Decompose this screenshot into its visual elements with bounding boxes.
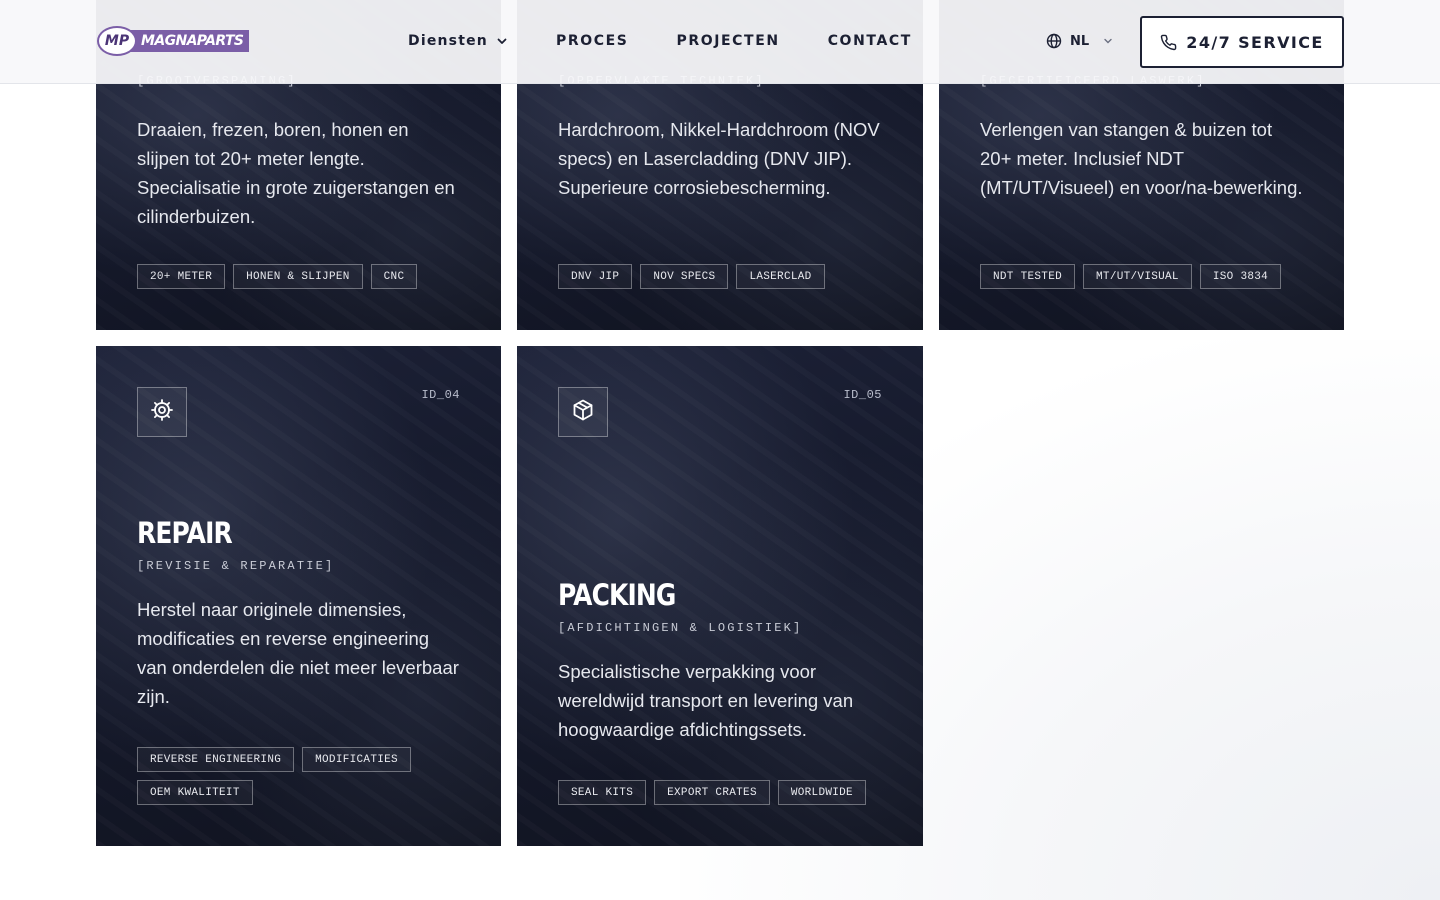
tag: MODIFICATIES (302, 747, 411, 772)
card-description: Draaien, frezen, boren, honen en slijpen… (137, 119, 455, 227)
language-selector[interactable]: NL (1046, 33, 1113, 49)
language-label: NL (1070, 33, 1090, 49)
logo-text: MAGNAPARTS (129, 30, 250, 52)
card-id: ID_05 (843, 388, 882, 402)
service-card-repair[interactable]: ID_04 REPAIR [REVISIE & REPARATIE] Herst… (96, 346, 501, 846)
card-subtitle: [AFDICHTINGEN & LOGISTIEK] (558, 621, 803, 635)
nav-item-projecten[interactable]: PROJECTEN (676, 33, 779, 49)
tag: LASERCLAD (736, 264, 825, 289)
tag: 20+ METER (137, 264, 226, 289)
tag: REVERSE ENGINEERING (137, 747, 295, 772)
chevron-down-icon (496, 35, 508, 47)
card-tags: NDT TESTED MT/UT/VISUAL ISO 3834 (980, 264, 1303, 289)
globe-icon (1046, 33, 1062, 49)
card-tags: 20+ METER HONEN & SLIJPEN CNC (137, 264, 460, 289)
tag: DNV JIP (558, 264, 633, 289)
site-header: MP MAGNAPARTS Diensten PROCES PROJECTEN … (0, 0, 1440, 84)
tag: OEM KWALITEIT (137, 780, 253, 805)
card-icon-box (558, 387, 608, 437)
chevron-down-icon (1103, 36, 1113, 46)
tag: SEAL KITS (558, 780, 647, 805)
site-logo[interactable]: MP MAGNAPARTS (97, 26, 250, 56)
card-tags: REVERSE ENGINEERING MODIFICATIES OEM KWA… (137, 747, 460, 805)
card-description: Herstel naar originele dimensies, modifi… (137, 599, 459, 707)
service-card-packing[interactable]: ID_05 PACKING [AFDICHTINGEN & LOGISTIEK]… (517, 346, 923, 846)
card-subtitle: [REVISIE & REPARATIE] (137, 559, 335, 573)
main-nav: Diensten PROCES PROJECTEN CONTACT (408, 33, 960, 49)
tag: EXPORT CRATES (654, 780, 770, 805)
card-description: Hardchroom, Nikkel-Hardchroom (NOV specs… (558, 119, 880, 198)
service-button-label: 24/7 SERVICE (1186, 32, 1324, 52)
tag: NDT TESTED (980, 264, 1076, 289)
card-description: Specialistische verpakking voor wereldwi… (558, 661, 854, 740)
tag: ISO 3834 (1199, 264, 1282, 289)
card-tags: SEAL KITS EXPORT CRATES WORLDWIDE (558, 780, 882, 805)
box-icon (571, 398, 595, 427)
card-description: Verlengen van stangen & buizen tot 20+ m… (980, 119, 1303, 198)
tag: MT/UT/VISUAL (1083, 264, 1192, 289)
nav-item-diensten[interactable]: Diensten (408, 33, 508, 49)
tag: CNC (370, 264, 418, 289)
logo-mark: MP (97, 26, 137, 56)
nav-item-label: Diensten (408, 33, 488, 49)
card-title: PACKING (558, 578, 676, 612)
card-id: ID_04 (421, 388, 460, 402)
card-title: REPAIR (137, 516, 233, 550)
nav-item-proces[interactable]: PROCES (556, 33, 628, 49)
phone-icon (1160, 34, 1177, 51)
card-icon-box (137, 387, 187, 437)
tag: NOV SPECS (640, 264, 729, 289)
service-button[interactable]: 24/7 SERVICE (1140, 16, 1344, 68)
gear-icon (150, 398, 174, 427)
tag: WORLDWIDE (777, 780, 866, 805)
card-tags: DNV JIP NOV SPECS LASERCLAD (558, 264, 882, 289)
tag: HONEN & SLIJPEN (233, 264, 363, 289)
nav-item-contact[interactable]: CONTACT (828, 33, 912, 49)
